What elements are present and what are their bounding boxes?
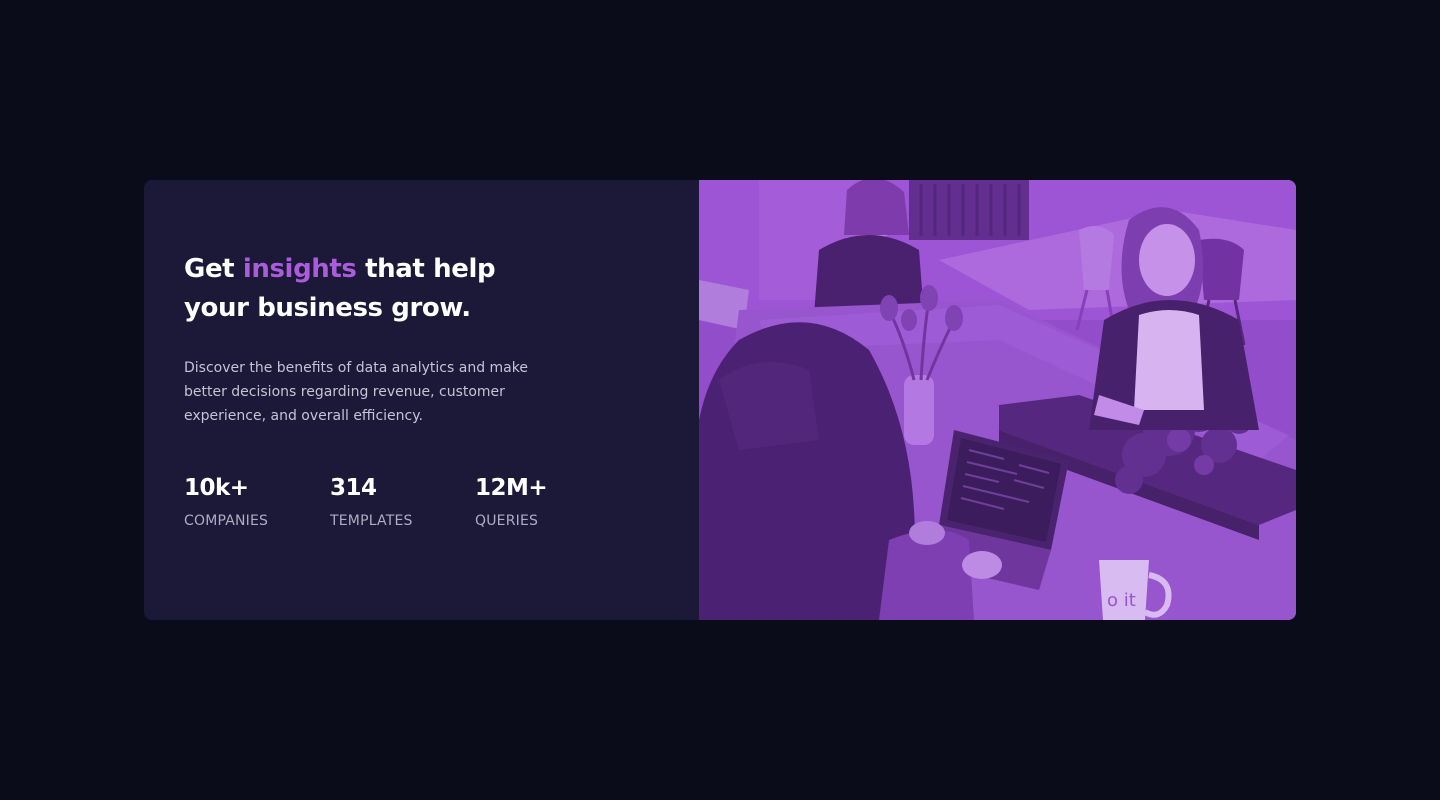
description: Discover the benefits of data analytics … [184, 360, 528, 424]
stat-label: COMPANIES [184, 513, 269, 529]
stats-row: 10k+ COMPANIES 314 TEMPLATES 12M+ QUERIE… [184, 474, 595, 530]
header-image: o it [699, 180, 1296, 620]
stat-queries: 12M+ QUERIES [475, 474, 595, 530]
stat-companies: 10k+ COMPANIES [184, 474, 330, 530]
stat-value: 10k+ [184, 475, 249, 501]
stat-value: 314 [330, 475, 377, 501]
stat-label: QUERIES [475, 513, 539, 529]
headline-accent: insights [242, 254, 357, 284]
stat-value: 12M+ [475, 475, 548, 501]
stats-preview-card: Get insights that help your business gro… [144, 180, 1296, 620]
headline-pre: Get [184, 254, 243, 284]
stat-templates: 314 TEMPLATES [330, 474, 475, 530]
office-photo-illustration: o it [699, 180, 1296, 620]
headline: Get insights that help your business gro… [184, 250, 564, 328]
text-panel: Get insights that help your business gro… [144, 180, 699, 620]
stat-label: TEMPLATES [330, 513, 413, 529]
